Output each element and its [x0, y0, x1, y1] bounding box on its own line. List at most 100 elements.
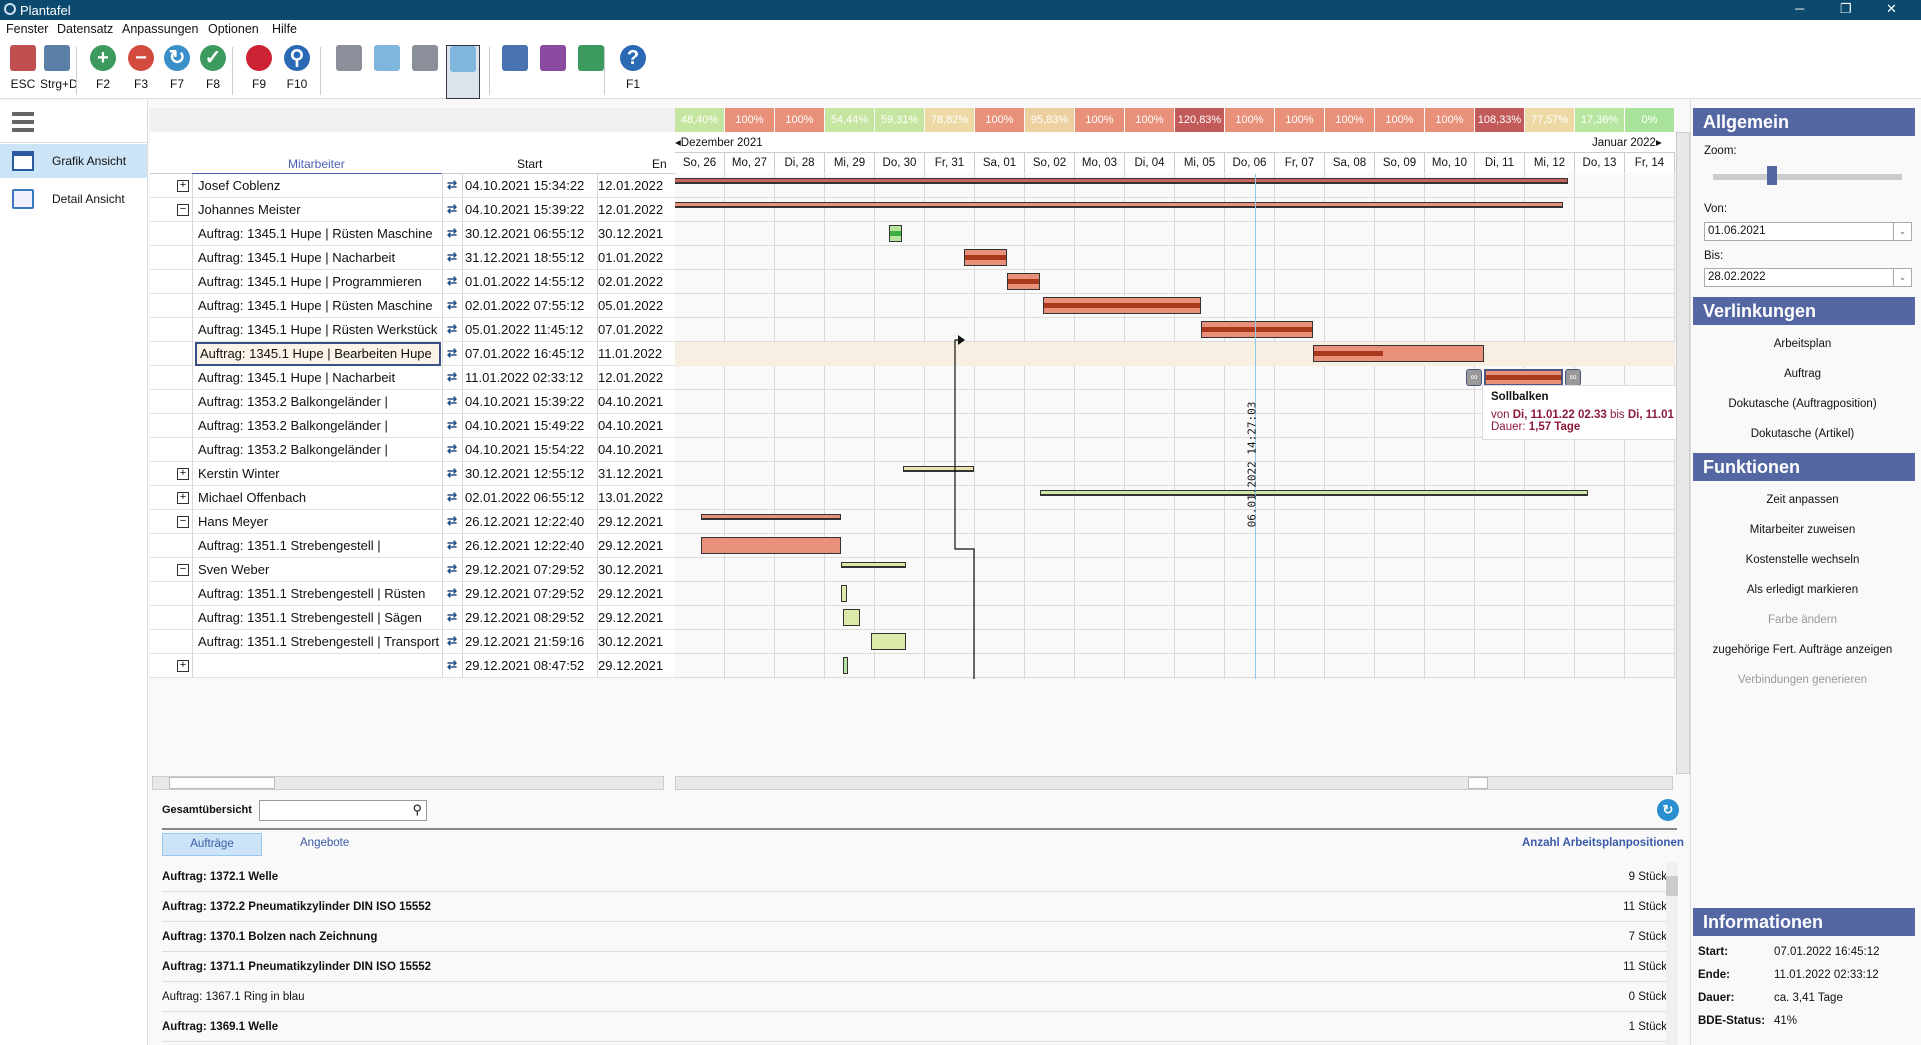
toolbar-button-edit-plan[interactable]	[332, 45, 366, 99]
table-row[interactable]: Auftrag: 1351.1 Strebengestell | Sägen ⇄ 2…	[150, 606, 675, 630]
reassign-icon[interactable]: ⇄	[442, 438, 462, 462]
task-name[interactable]: Johannes Meister	[195, 198, 441, 222]
column-header-start[interactable]: Start	[517, 157, 542, 171]
table-row[interactable]: Auftrag: 1351.1 Strebengestell | ⇄ 26.12.2…	[150, 534, 675, 558]
task-name[interactable]: Auftrag: 1345.1 Hupe | Nacharbeit	[195, 246, 441, 270]
tab-angebote[interactable]: Angebote	[300, 837, 349, 849]
reassign-icon[interactable]: ⇄	[442, 510, 462, 534]
link-arbeitsplan[interactable]: Arbeitsplan	[1690, 338, 1915, 350]
expand-toggle-icon[interactable]: −	[177, 516, 189, 528]
expand-toggle-icon[interactable]: +	[177, 180, 189, 192]
function-kostenstelle-wechseln[interactable]: Kostenstelle wechseln	[1690, 554, 1915, 566]
day-header[interactable]: Di, 11	[1475, 153, 1525, 173]
chart-vertical-scrollbar[interactable]	[1676, 132, 1690, 774]
table-row[interactable]: Auftrag: 1345.1 Hupe | Nacharbeit ⇄ 11.01.…	[150, 366, 675, 390]
list-item[interactable]: Auftrag: 1372.1 Welle 9 Stück	[162, 862, 1667, 892]
toolbar-button-f3[interactable]: − F3	[124, 45, 158, 99]
tab-auftraege[interactable]: Aufträge	[162, 833, 262, 856]
minimize-button[interactable]: ─	[1795, 1, 1804, 16]
bis-date-select[interactable]: 28.02.2022 ⌄	[1704, 268, 1912, 287]
day-header[interactable]: Di, 04	[1125, 153, 1175, 173]
toolbar-button-esc[interactable]: ESC	[6, 45, 40, 99]
search-icon[interactable]: ⚲	[412, 802, 422, 818]
sidebar-item-detail-ansicht[interactable]: Detail Ansicht	[0, 182, 147, 216]
function-mitarbeiter-zuweisen[interactable]: Mitarbeiter zuweisen	[1690, 524, 1915, 536]
reassign-icon[interactable]: ⇄	[442, 222, 462, 246]
table-row[interactable]: − Hans Meyer ⇄ 26.12.2021 12:22:40 29.12.202…	[150, 510, 675, 534]
link-dokutasche-artikel-[interactable]: Dokutasche (Artikel)	[1690, 428, 1915, 440]
reassign-icon[interactable]: ⇄	[442, 534, 462, 558]
toolbar-button-calendar[interactable]	[498, 45, 532, 99]
day-header[interactable]: Fr, 14	[1625, 153, 1675, 173]
list-item[interactable]: Auftrag: 1372.2 Pneumatikzylinder DIN IS…	[162, 892, 1667, 922]
toolbar-button-list-user[interactable]	[408, 45, 442, 99]
grid-horizontal-scrollbar[interactable]	[152, 776, 664, 790]
task-name[interactable]: Auftrag: 1345.1 Hupe | Rüsten Maschine	[195, 222, 441, 246]
reassign-icon[interactable]: ⇄	[442, 630, 462, 654]
task-name[interactable]: Auftrag: 1345.1 Hupe | Programmieren	[195, 270, 441, 294]
task-name[interactable]: Auftrag: 1353.2 Balkongeländer |	[195, 390, 441, 414]
day-header[interactable]: Sa, 01	[975, 153, 1025, 173]
task-name[interactable]: Auftrag: 1353.2 Balkongeländer |	[195, 414, 441, 438]
reassign-icon[interactable]: ⇄	[442, 246, 462, 270]
day-header[interactable]: Fr, 31	[925, 153, 975, 173]
function-verbindungen-generieren[interactable]: Verbindungen generieren	[1690, 674, 1915, 686]
function-farbe-ndern[interactable]: Farbe ändern	[1690, 614, 1915, 626]
task-name[interactable]	[195, 654, 441, 678]
menu-optionen[interactable]: Optionen	[208, 22, 259, 36]
day-header[interactable]: Mo, 27	[725, 153, 775, 173]
menu-fenster[interactable]: Fenster	[6, 22, 48, 36]
expand-toggle-icon[interactable]: −	[177, 204, 189, 216]
toolbar-button-f10[interactable]: ⚲ F10	[280, 45, 314, 99]
list-item[interactable]: Auftrag: 1371.1 Pneumatikzylinder DIN IS…	[162, 952, 1667, 982]
toolbar-button-strg-d[interactable]: Strg+D	[40, 45, 78, 99]
day-header[interactable]: Fr, 07	[1275, 153, 1325, 173]
menu-hilfe[interactable]: Hilfe	[272, 22, 297, 36]
reassign-icon[interactable]: ⇄	[442, 414, 462, 438]
reassign-icon[interactable]: ⇄	[442, 606, 462, 630]
day-header[interactable]: Mo, 10	[1425, 153, 1475, 173]
day-header[interactable]: Di, 28	[775, 153, 825, 173]
function-zugeh-rige-fert-auftr-ge-anzeigen[interactable]: zugehörige Fert. Aufträge anzeigen	[1690, 644, 1915, 656]
table-row[interactable]: Auftrag: 1353.2 Balkongeländer | ⇄ 04.10.2…	[150, 438, 675, 462]
task-name[interactable]: Kerstin Winter	[195, 462, 441, 486]
list-item[interactable]: Auftrag: 1370.1 Bolzen nach Zeichnung 7 S…	[162, 922, 1667, 952]
table-row[interactable]: Auftrag: 1345.1 Hupe | Rüsten Werkstück ⇄…	[150, 318, 675, 342]
reassign-icon[interactable]: ⇄	[442, 318, 462, 342]
table-row[interactable]: Auftrag: 1353.2 Balkongeländer | ⇄ 04.10.2…	[150, 390, 675, 414]
table-row[interactable]: Auftrag: 1345.1 Hupe | Programmieren ⇄ 01.…	[150, 270, 675, 294]
table-row[interactable]: + ⇄ 29.12.2021 08:47:52 29.12.2021	[150, 654, 675, 678]
reassign-icon[interactable]: ⇄	[442, 558, 462, 582]
task-name[interactable]: Michael Offenbach	[195, 486, 441, 510]
day-header[interactable]: Sa, 08	[1325, 153, 1375, 173]
table-row[interactable]: + Kerstin Winter ⇄ 30.12.2021 12:55:12 31.12…	[150, 462, 675, 486]
toolbar-button-user-assign[interactable]	[446, 45, 480, 99]
overview-search-input[interactable]: ⚲	[259, 800, 427, 821]
von-date-select[interactable]: 01.06.2021 ⌄	[1704, 222, 1912, 241]
task-name[interactable]: Auftrag: 1351.1 Strebengestell | Sägen	[195, 606, 441, 630]
table-row[interactable]: − Sven Weber ⇄ 29.12.2021 07:29:52 30.12.202…	[150, 558, 675, 582]
day-header[interactable]: So, 09	[1375, 153, 1425, 173]
column-header-end[interactable]: En	[652, 157, 667, 171]
day-header[interactable]: Mi, 29	[825, 153, 875, 173]
list-item[interactable]: Auftrag: 1367.1 Ring in blau 0 Stück	[162, 982, 1667, 1012]
day-header[interactable]: So, 02	[1025, 153, 1075, 173]
task-name[interactable]: Auftrag: 1351.1 Strebengestell |	[195, 534, 441, 558]
count-column-header[interactable]: Anzahl Arbeitsplanpositionen	[1522, 837, 1684, 849]
function-als-erledigt-markieren[interactable]: Als erledigt markieren	[1690, 584, 1915, 596]
task-name[interactable]: Auftrag: 1351.1 Strebengestell | Transpo…	[195, 630, 441, 654]
toolbar-button-import[interactable]	[574, 45, 608, 99]
toolbar-button-tools[interactable]	[370, 45, 404, 99]
table-row[interactable]: Auftrag: 1345.1 Hupe | Rüsten Maschine ⇄ 3…	[150, 222, 675, 246]
column-header-mitarbeiter[interactable]: Mitarbeiter	[288, 157, 345, 171]
function-zeit-anpassen[interactable]: Zeit anpassen	[1690, 494, 1915, 506]
table-row[interactable]: Auftrag: 1345.1 Hupe | Bearbeiten Hupe ⇄ 0…	[150, 342, 675, 366]
task-name[interactable]: Hans Meyer	[195, 510, 441, 534]
reassign-icon[interactable]: ⇄	[442, 294, 462, 318]
table-row[interactable]: Auftrag: 1345.1 Hupe | Rüsten Maschine ⇄ 0…	[150, 294, 675, 318]
task-name[interactable]: Auftrag: 1345.1 Hupe | Rüsten Werkstück	[195, 318, 441, 342]
day-header[interactable]: Mo, 03	[1075, 153, 1125, 173]
menu-anpassungen[interactable]: Anpassungen	[122, 22, 198, 36]
table-row[interactable]: + Michael Offenbach ⇄ 02.01.2022 06:55:12 13…	[150, 486, 675, 510]
month-prev-label[interactable]: ◂Dezember 2021	[675, 135, 763, 149]
